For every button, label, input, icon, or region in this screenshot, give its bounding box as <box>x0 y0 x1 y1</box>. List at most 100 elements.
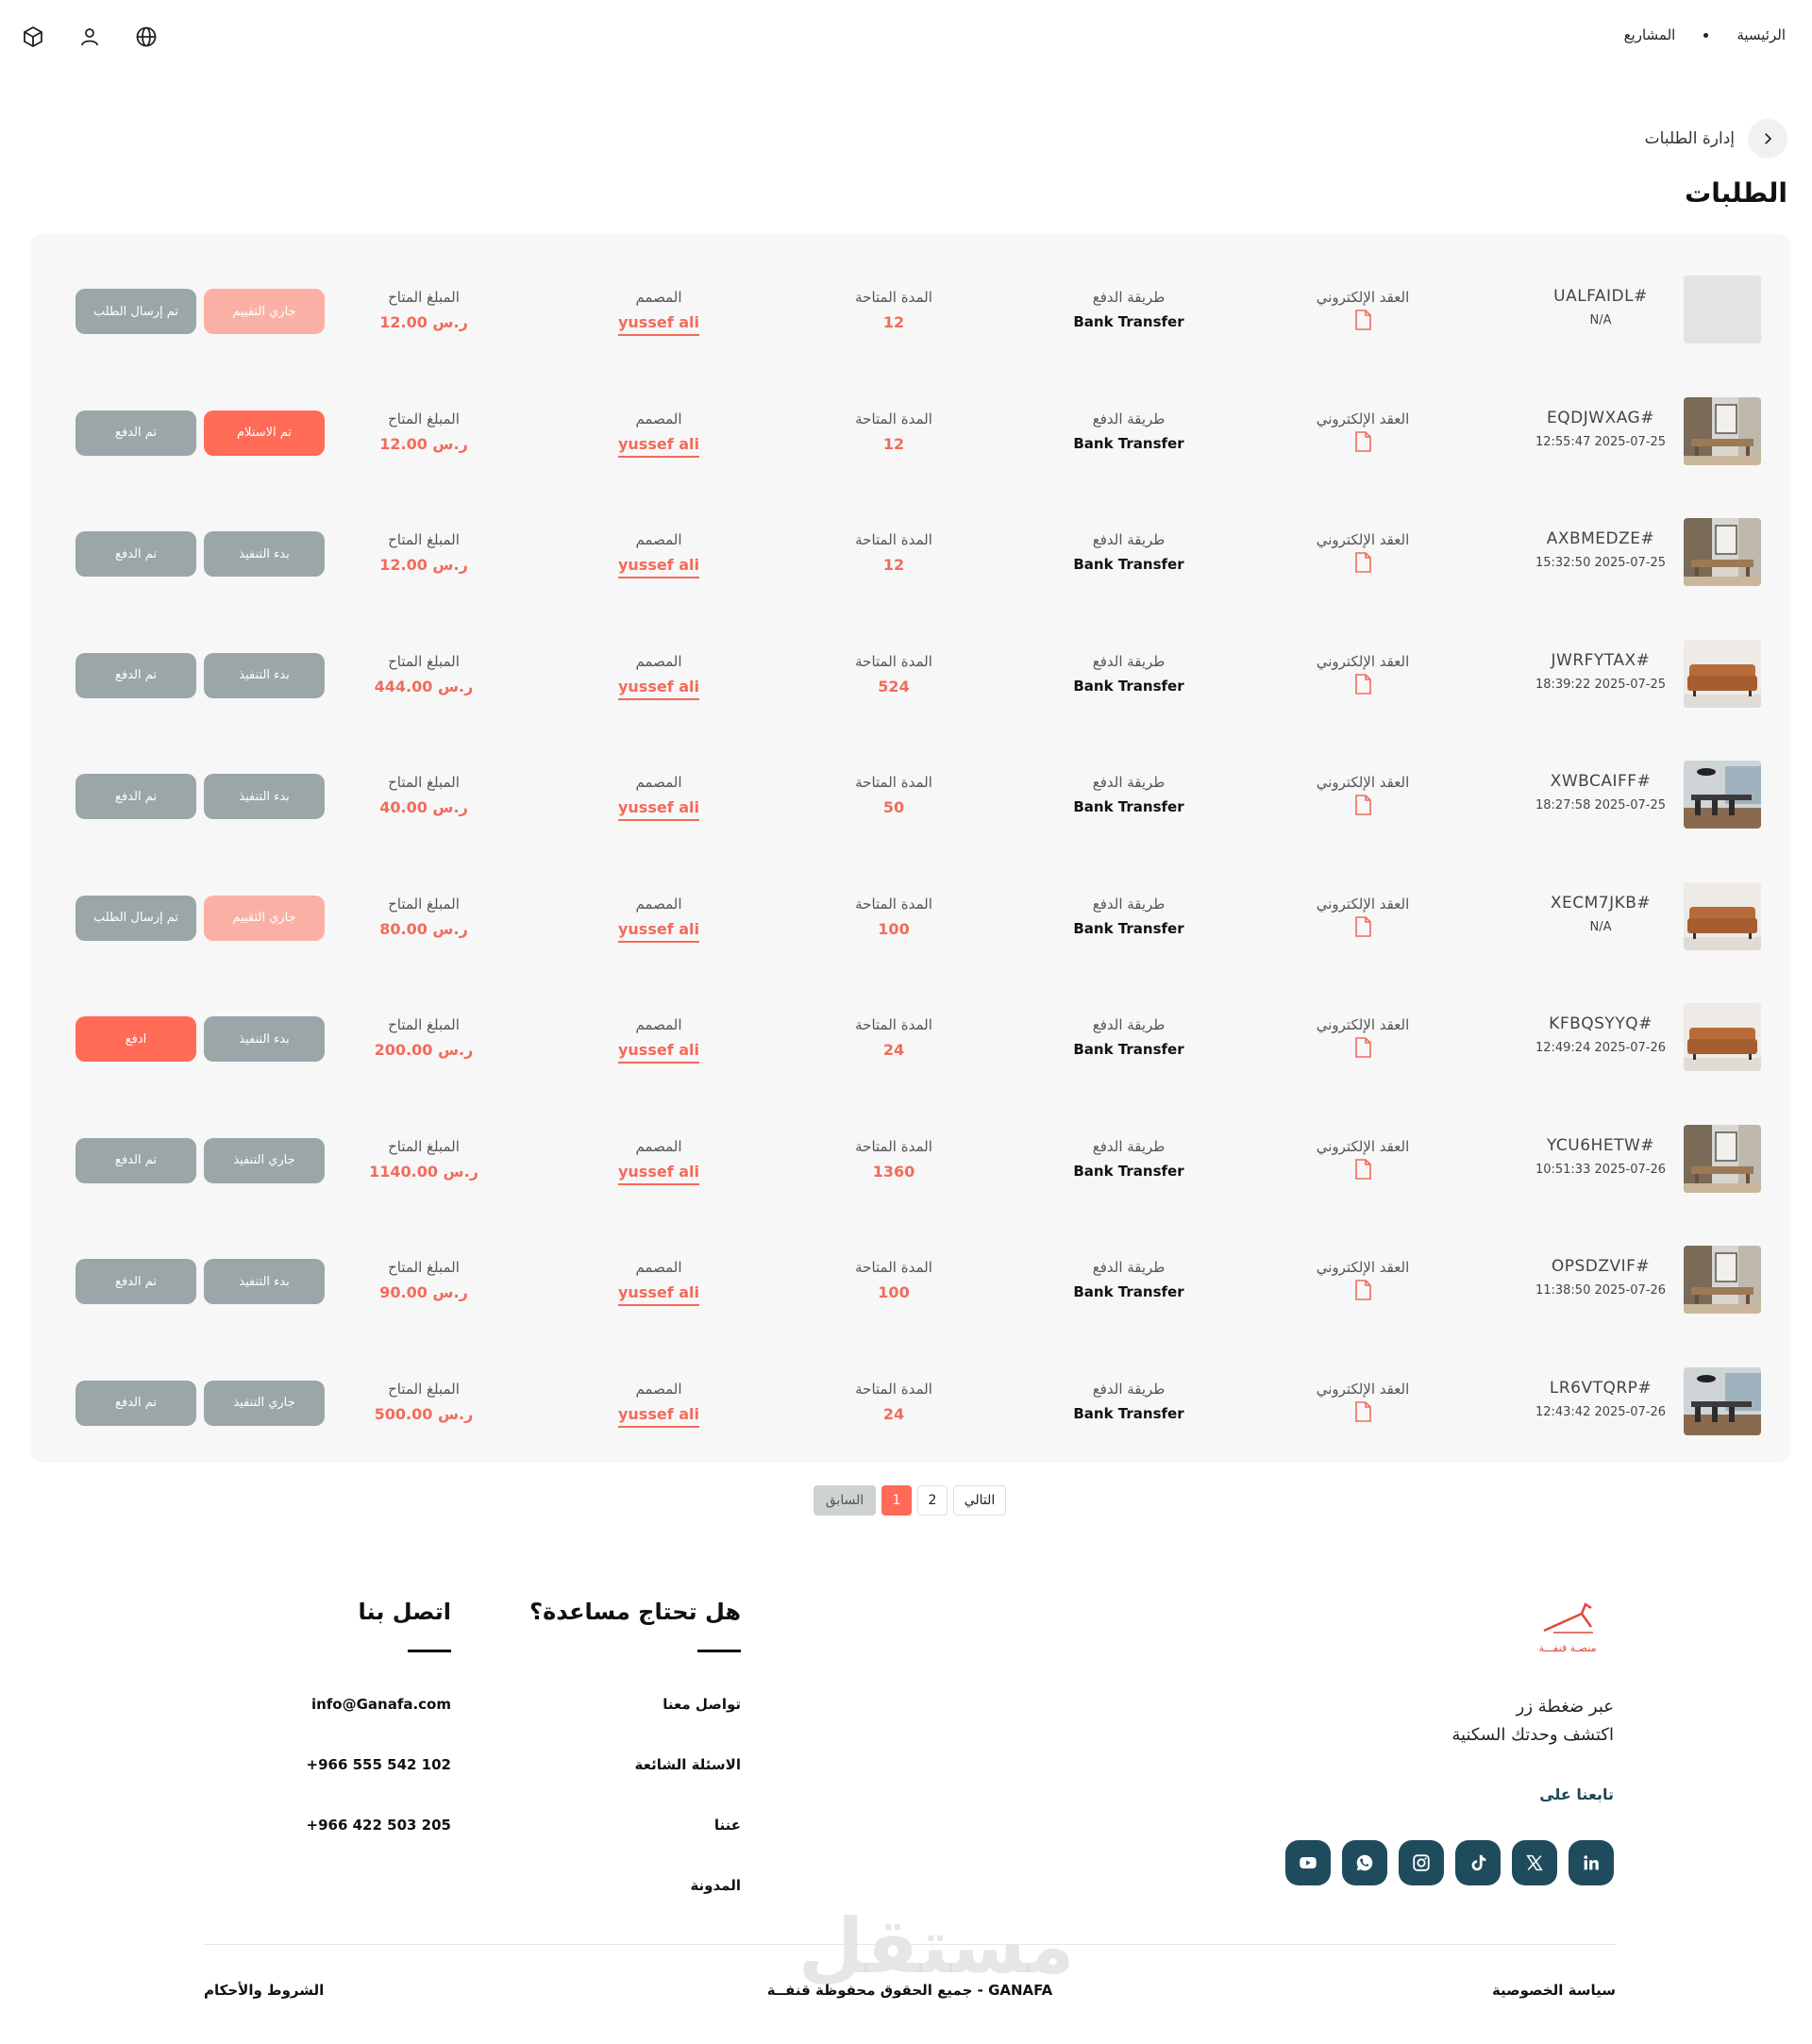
order-action-button[interactable]: بدء التنفيذ <box>204 774 325 819</box>
order-id: OPSDZVIF# <box>1551 1257 1651 1276</box>
pagination-next[interactable]: التالي <box>953 1485 1006 1516</box>
youtube-icon[interactable] <box>1285 1840 1331 1885</box>
payment-label: طريقة الدفع <box>1092 774 1166 791</box>
order-thumbnail[interactable] <box>1684 276 1761 343</box>
file-icon[interactable] <box>1354 1400 1371 1422</box>
contact-phone-2[interactable]: +966 422 503 205 <box>307 1817 451 1834</box>
file-icon[interactable] <box>1354 1280 1371 1300</box>
linkedin-icon[interactable] <box>1569 1840 1614 1885</box>
designer-link[interactable]: yussef ali <box>617 1041 699 1064</box>
order-id: UALFAIDL# <box>1553 287 1648 306</box>
designer-link[interactable]: yussef ali <box>617 798 699 821</box>
order-action-button[interactable]: بدء التنفيذ <box>204 531 325 577</box>
order-action-button[interactable]: تم الدفع <box>76 774 196 819</box>
order-thumbnail[interactable] <box>1684 1366 1761 1435</box>
back-button[interactable] <box>1748 119 1787 159</box>
contract-cell: العقد الإلكتروني <box>1268 896 1457 941</box>
designer-link[interactable]: yussef ali <box>617 556 699 578</box>
nav-home[interactable]: الرئيسية <box>1736 26 1786 43</box>
order-action-button[interactable]: تم الدفع <box>76 1380 196 1426</box>
order-action-button[interactable]: تم الدفع <box>76 410 196 456</box>
file-icon[interactable] <box>1354 1158 1371 1180</box>
nav-projects[interactable]: المشاريع <box>1624 26 1676 43</box>
designer-link[interactable]: yussef ali <box>617 1405 699 1428</box>
order-action-button[interactable]: بدء التنفيذ <box>204 1016 325 1062</box>
order-thumbnail[interactable] <box>1684 639 1761 708</box>
order-thumbnail[interactable] <box>1684 518 1761 586</box>
order-thumbnail[interactable] <box>1684 1124 1761 1193</box>
terms-link[interactable]: الشروط والأحكام <box>204 1982 324 1999</box>
file-icon[interactable] <box>1354 430 1371 452</box>
designer-link[interactable]: yussef ali <box>617 1283 699 1306</box>
order-action-button[interactable]: جاري التقييم <box>204 895 325 941</box>
footer-link-contact-us[interactable]: تواصل معنا <box>529 1696 741 1713</box>
order-action-button[interactable]: تم إرسال الطلب <box>76 289 196 334</box>
footer-help-section: هل تحتاج مساعدة؟ تواصل معنا الاسئلة الشا… <box>529 1599 741 1894</box>
file-icon[interactable] <box>1354 310 1371 330</box>
contract-label: العقد الإلكتروني <box>1316 774 1410 791</box>
ganafa-logo[interactable]: منصـة قنفـــة <box>1525 1595 1610 1657</box>
payment-method: Bank Transfer <box>1073 1283 1184 1300</box>
order-thumbnail[interactable] <box>1684 881 1761 950</box>
designer-link[interactable]: yussef ali <box>617 920 699 943</box>
order-thumbnail[interactable] <box>1684 396 1761 465</box>
area-label: المدة المتاحة <box>855 1259 932 1276</box>
designer-link[interactable]: yussef ali <box>617 678 699 700</box>
order-action-button[interactable]: بدء التنفيذ <box>204 1259 325 1304</box>
amount-cell: المبلغ المتاح ر.س 200.00 <box>329 1016 518 1059</box>
whatsapp-icon[interactable] <box>1342 1840 1387 1885</box>
order-action-button[interactable]: ادفع <box>76 1016 196 1062</box>
privacy-policy-link[interactable]: سياسة الخصوصية <box>1492 1982 1616 1999</box>
order-action-button[interactable]: تم إرسال الطلب <box>76 895 196 941</box>
footer-link-blog[interactable]: المدونة <box>529 1877 741 1894</box>
cube-icon[interactable] <box>19 23 47 51</box>
designer-link[interactable]: yussef ali <box>617 435 699 458</box>
order-thumbnail[interactable] <box>1684 1246 1761 1314</box>
footer-link-faq[interactable]: الاسئلة الشائعة <box>529 1756 742 1773</box>
order-action-button[interactable]: تم الدفع <box>76 1259 196 1304</box>
instagram-icon[interactable] <box>1399 1840 1444 1885</box>
order-action-button[interactable]: تم الاستلام <box>204 410 325 456</box>
contract-cell: العقد الإلكتروني <box>1268 1016 1457 1062</box>
order-thumbnail[interactable] <box>1684 761 1761 829</box>
order-action-button[interactable]: جاري التنفيذ <box>204 1380 325 1426</box>
amount-value: ر.س 80.00 <box>329 920 518 938</box>
contract-label: العقد الإلكتروني <box>1316 289 1410 306</box>
designer-cell: المصمم yussef ali <box>564 1016 753 1064</box>
order-id-cell: XWBCAIFF# 18:27:58 2025-07-25 <box>1525 772 1676 813</box>
area-label: المدة المتاحة <box>855 895 932 913</box>
file-icon[interactable] <box>1354 1037 1371 1058</box>
designer-link[interactable]: yussef ali <box>617 1163 699 1185</box>
contract-cell: العقد الإلكتروني <box>1268 1381 1457 1426</box>
file-icon[interactable] <box>1354 673 1371 695</box>
footer-link-about[interactable]: عننا <box>529 1817 741 1834</box>
contact-email[interactable]: info@Ganafa.com <box>307 1696 451 1713</box>
file-icon[interactable] <box>1354 552 1371 573</box>
contact-phone-1[interactable]: +966 555 542 102 <box>307 1756 451 1773</box>
payment-label: طريقة الدفع <box>1092 1137 1166 1155</box>
amount-number: 12.00 <box>379 434 428 453</box>
pagination-page-2[interactable]: 2 <box>917 1485 948 1516</box>
amount-cell: المبلغ المتاح ر.س 500.00 <box>329 1381 518 1423</box>
user-icon[interactable] <box>76 23 104 51</box>
x-icon[interactable] <box>1512 1840 1557 1885</box>
order-action-button[interactable]: تم الدفع <box>76 652 196 698</box>
file-icon[interactable] <box>1354 795 1371 815</box>
order-action-button[interactable]: جاري التقييم <box>204 289 325 334</box>
pagination-page-1[interactable]: 1 <box>881 1485 912 1516</box>
order-id: EQDJWXAG# <box>1547 408 1654 427</box>
area-label: المدة المتاحة <box>855 531 932 548</box>
order-action-button[interactable]: بدء التنفيذ <box>204 652 325 698</box>
pagination-prev[interactable]: السابق <box>814 1485 876 1516</box>
order-action-button[interactable]: تم الدفع <box>76 531 196 577</box>
contract-label: العقد الإلكتروني <box>1316 531 1410 548</box>
order-action-button[interactable]: تم الدفع <box>76 1137 196 1183</box>
order-action-button[interactable]: جاري التنفيذ <box>204 1137 325 1183</box>
payment-method: Bank Transfer <box>1073 798 1184 815</box>
area-cell: المدة المتاحة 12 <box>799 531 988 574</box>
designer-link[interactable]: yussef ali <box>617 313 699 336</box>
globe-icon[interactable] <box>132 23 160 51</box>
order-thumbnail[interactable] <box>1684 1003 1761 1071</box>
tiktok-icon[interactable] <box>1455 1840 1501 1885</box>
file-icon[interactable] <box>1354 915 1371 937</box>
